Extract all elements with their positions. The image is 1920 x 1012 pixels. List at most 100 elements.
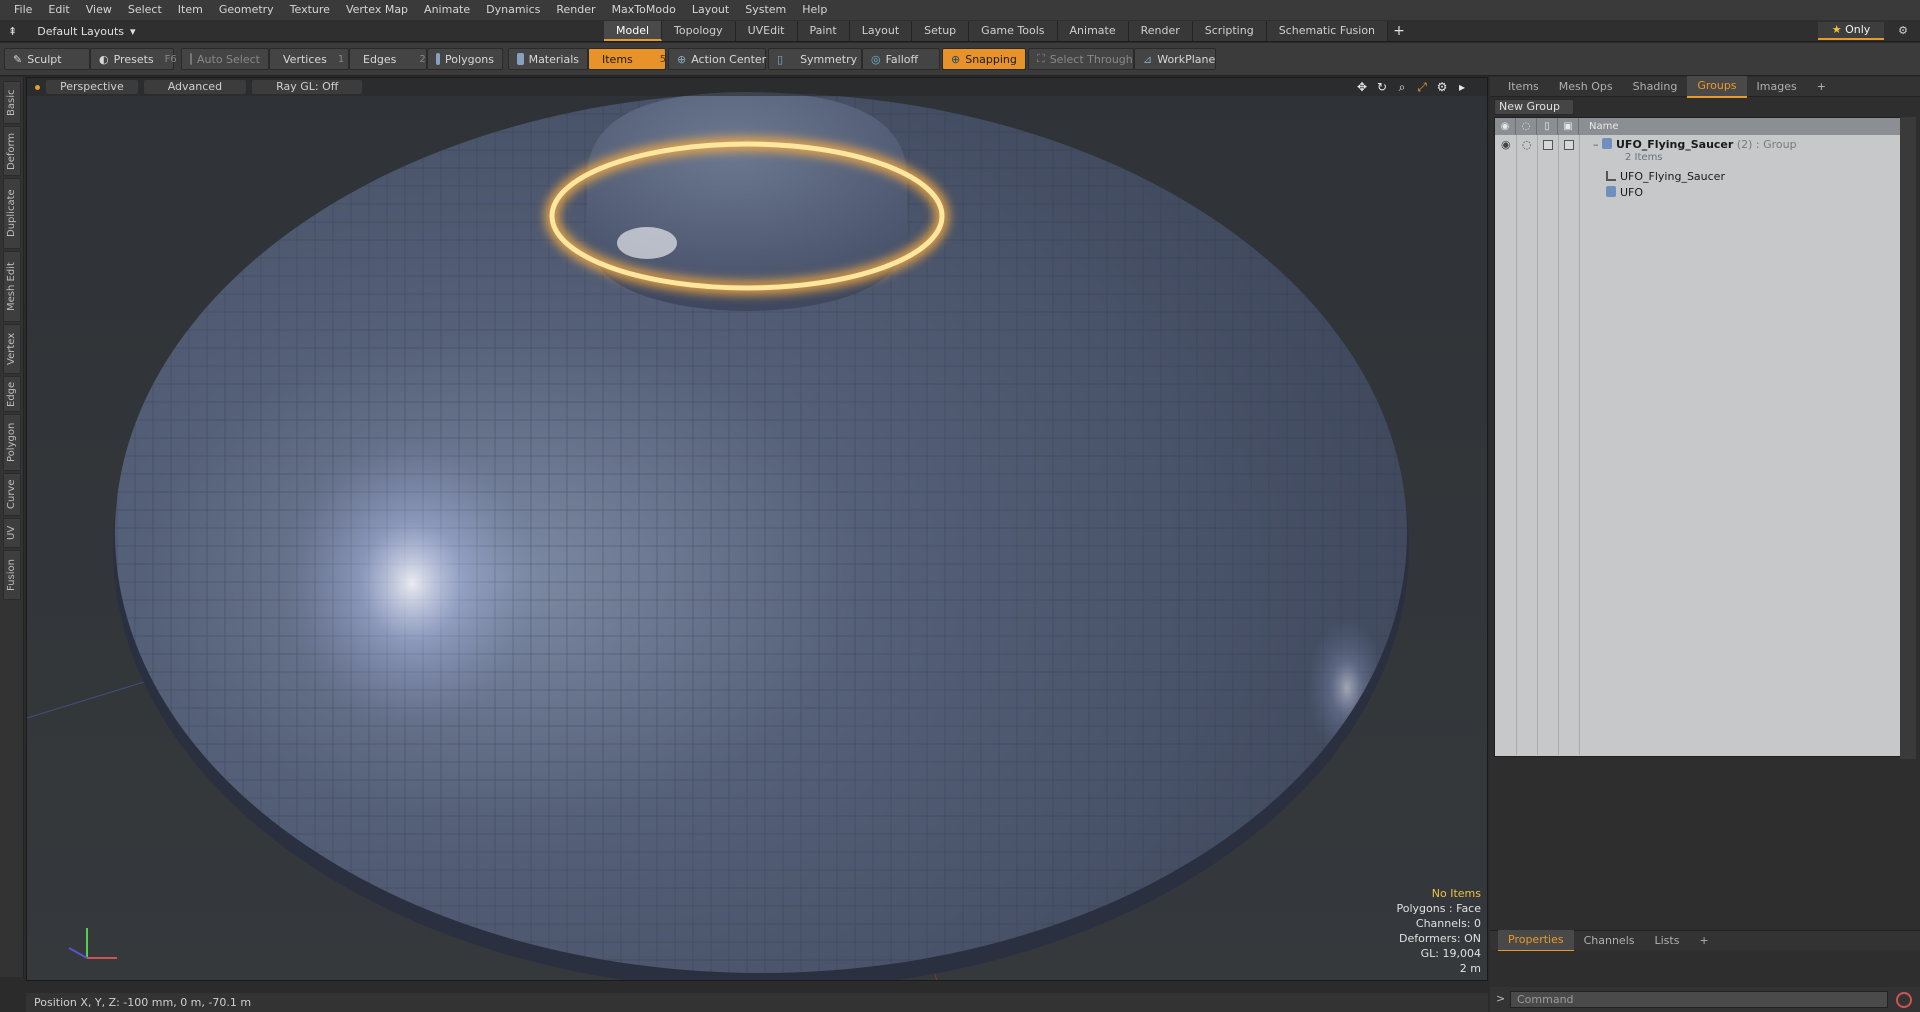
menu-system[interactable]: System [737, 0, 794, 20]
scene-render[interactable] [27, 78, 1488, 981]
command-input[interactable] [1510, 991, 1888, 1008]
panel-tab-images[interactable]: Images [1747, 77, 1807, 97]
edges-count: 2 [419, 53, 426, 65]
pan-icon[interactable]: ✥ [1355, 80, 1369, 94]
viewport-expand-icon[interactable]: ▸ [1455, 80, 1469, 94]
menu-render[interactable]: Render [548, 0, 603, 20]
props-tab-properties[interactable]: Properties [1498, 929, 1574, 952]
props-tab-channels[interactable]: Channels [1574, 931, 1645, 951]
items-button[interactable]: Items 5 [588, 48, 666, 70]
stat-channels: Channels: 0 [1415, 917, 1481, 930]
select-through-button[interactable]: ⛶ Select Through [1028, 48, 1134, 70]
render-toggle[interactable]: ◌ [1522, 137, 1532, 153]
polygons-button[interactable]: Polygons [427, 48, 503, 70]
tool-tab-fusion[interactable]: Fusion [3, 550, 21, 600]
layout-tab-game-tools[interactable]: Game Tools [969, 21, 1058, 41]
menu-select[interactable]: Select [120, 0, 170, 20]
menu-animate[interactable]: Animate [416, 0, 478, 20]
viewport-menu-icon[interactable] [35, 84, 40, 90]
menu-help[interactable]: Help [794, 0, 835, 20]
tool-tab-vertex[interactable]: Vertex [3, 324, 21, 374]
layout-tab-scripting[interactable]: Scripting [1192, 21, 1267, 41]
menu-geometry[interactable]: Geometry [211, 0, 282, 20]
viewport-gear-icon[interactable]: ⚙ [1435, 80, 1449, 94]
panel-tab-groups[interactable]: Groups [1687, 75, 1747, 98]
action-center-button[interactable]: ⊕ Action Center [668, 48, 766, 70]
tool-tab-basic[interactable]: Basic [3, 81, 21, 124]
props-tab-lists[interactable]: Lists [1645, 931, 1690, 951]
layout-tab-layout[interactable]: Layout [849, 21, 913, 41]
tool-tab-mesh-edit[interactable]: Mesh Edit [3, 251, 21, 322]
falloff-button[interactable]: ◎ Falloff [862, 48, 940, 70]
tool-tab-curve[interactable]: Curve [3, 473, 21, 516]
add-props-tab-icon[interactable]: + [1689, 931, 1718, 951]
add-panel-tab-icon[interactable]: + [1807, 77, 1836, 97]
layout-tab-uvedit[interactable]: UVEdit [735, 21, 798, 41]
lock-checkbox[interactable] [1543, 140, 1553, 150]
fit-icon[interactable]: ⤢ [1415, 80, 1429, 94]
presets-button[interactable]: ◐ Presets F6 [90, 48, 177, 70]
panel-tab-mesh-ops[interactable]: Mesh Ops [1549, 77, 1623, 97]
menu-item[interactable]: Item [170, 0, 211, 20]
layout-tab-render[interactable]: Render [1128, 21, 1193, 41]
layout-tab-animate[interactable]: Animate [1057, 21, 1129, 41]
tool-tab-uv[interactable]: UV [3, 518, 21, 548]
menu-file[interactable]: File [6, 0, 40, 20]
new-group-button[interactable]: New Group [1494, 99, 1574, 115]
view-type-button[interactable]: Perspective [46, 80, 138, 94]
layout-tab-topology[interactable]: Topology [662, 21, 736, 41]
main-toolbar: ✎ Sculpt ◐ Presets F6 Auto Select Vertices 1… [0, 43, 1920, 76]
layout-tab-model[interactable]: Model [604, 21, 663, 41]
tool-tab-duplicate[interactable]: Duplicate [3, 178, 21, 249]
layout-tab-setup[interactable]: Setup [912, 21, 970, 41]
layout-tab-paint[interactable]: Paint [797, 21, 850, 41]
sculpt-button[interactable]: ✎ Sculpt [4, 48, 90, 70]
snapping-button[interactable]: ⊕ Snapping [942, 48, 1026, 70]
eye-icon[interactable]: ◉ [1495, 118, 1516, 135]
menu-dynamics[interactable]: Dynamics [478, 0, 548, 20]
vertices-button[interactable]: Vertices 1 [269, 48, 349, 70]
raygl-button[interactable]: Ray GL: Off [252, 80, 363, 94]
list-item-locator[interactable]: UFO_Flying_Saucer [1495, 169, 1905, 185]
gear-icon[interactable]: ⚙ [1894, 22, 1912, 40]
command-prompt-icon: > [1496, 992, 1506, 1005]
panel-tab-shading[interactable]: Shading [1623, 77, 1688, 97]
edges-button[interactable]: Edges 2 [349, 48, 427, 70]
menu-view[interactable]: View [78, 0, 120, 20]
render-icon[interactable]: ◌ [1516, 118, 1537, 135]
visibility-toggle[interactable]: ◉ [1501, 137, 1511, 153]
rotate-icon[interactable]: ↻ [1375, 80, 1389, 94]
symmetry-button[interactable]: ▯ Symmetry [768, 48, 862, 70]
group-icon [1602, 138, 1612, 149]
menu-texture[interactable]: Texture [282, 0, 338, 20]
menu-layout[interactable]: Layout [684, 0, 737, 20]
tool-tab-deform[interactable]: Deform [3, 126, 21, 176]
layout-dropdown[interactable]: ⇞ Default Layouts ▾ [8, 22, 136, 40]
shading-mode-button[interactable]: Advanced [143, 80, 247, 94]
auto-select-button[interactable]: Auto Select [181, 48, 269, 70]
select-checkbox[interactable] [1564, 140, 1574, 150]
list-scrollbar[interactable] [1900, 117, 1916, 759]
menu-edit[interactable]: Edit [40, 0, 77, 20]
workplane-button[interactable]: ⊿ WorkPlane [1134, 48, 1216, 70]
menu-vertex-map[interactable]: Vertex Map [338, 0, 416, 20]
layout-collapse-icon[interactable]: ⇞ [8, 25, 17, 38]
materials-button[interactable]: Materials [508, 48, 588, 70]
list-item-mesh[interactable]: UFO [1495, 185, 1905, 201]
lock-icon[interactable]: ▯ [1537, 118, 1558, 135]
layout-tab-schematic-fusion[interactable]: Schematic Fusion [1266, 21, 1389, 41]
only-button[interactable]: ★ Only [1818, 22, 1884, 40]
star-icon: ★ [1831, 23, 1842, 36]
tool-tab-polygon[interactable]: Polygon [3, 414, 21, 471]
add-layout-tab-icon[interactable]: + [1388, 21, 1410, 41]
select-icon[interactable]: ▣ [1558, 118, 1579, 135]
zoom-icon[interactable]: ⌕ [1395, 80, 1409, 94]
vertices-count: 1 [337, 53, 345, 65]
menu-maxtomodo[interactable]: MaxToModo [604, 0, 684, 20]
expand-icon[interactable]: – [1593, 138, 1599, 151]
record-icon[interactable] [1896, 992, 1912, 1008]
panel-tab-items[interactable]: Items [1498, 77, 1549, 97]
3d-viewport[interactable]: Perspective Advanced Ray GL: Off ✥ ↻ ⌕ ⤢… [26, 77, 1488, 981]
tool-tab-edge[interactable]: Edge [3, 376, 21, 412]
items-count: 5 [659, 53, 667, 65]
